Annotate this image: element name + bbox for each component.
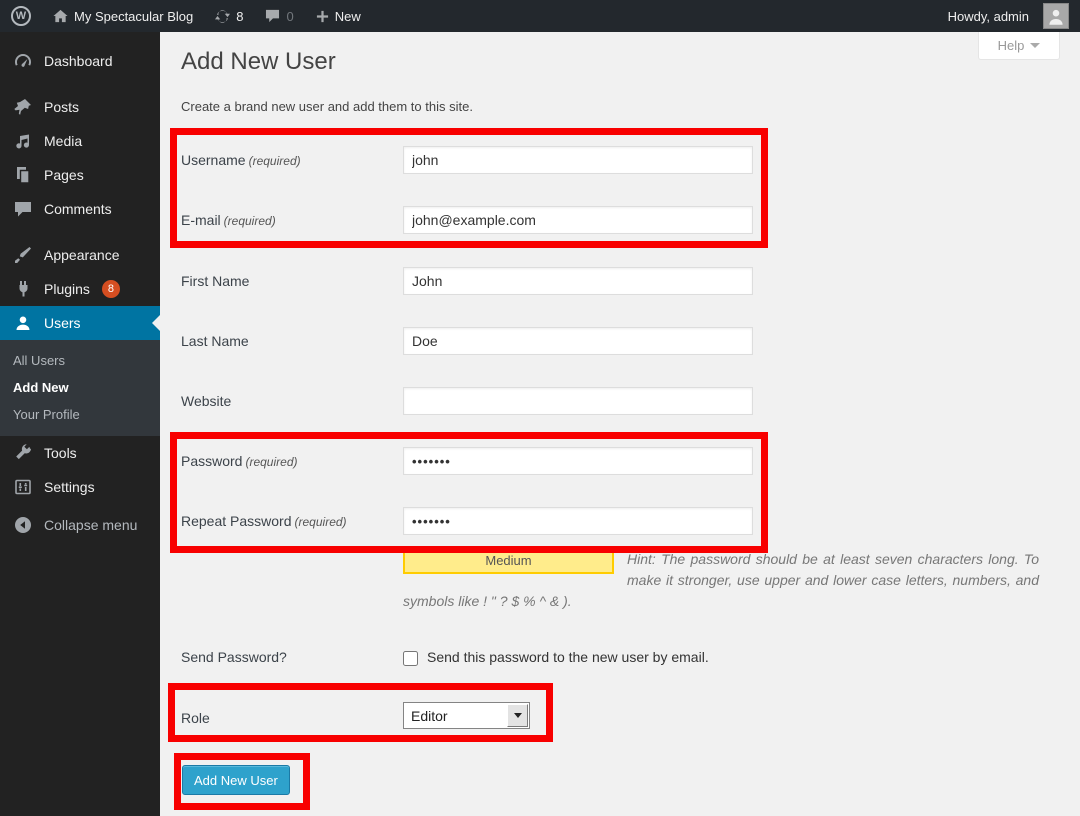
sidebar-item-media[interactable]: Media <box>0 124 160 158</box>
users-submenu: All Users Add New Your Profile <box>0 340 160 436</box>
settings-sliders-icon <box>12 477 34 497</box>
email-label: E-mail(required) <box>181 212 276 228</box>
collapse-menu-button[interactable]: Collapse menu <box>0 508 160 542</box>
pages-icon <box>12 165 34 185</box>
sidebar-item-label: Posts <box>44 99 79 115</box>
role-label: Role <box>181 710 210 726</box>
admin-bar: W My Spectacular Blog 8 0 New Howdy, adm… <box>0 0 1080 32</box>
sidebar-item-tools[interactable]: Tools <box>0 436 160 470</box>
sidebar-item-label: Appearance <box>44 247 120 263</box>
plus-icon <box>316 10 329 23</box>
comment-bubble-icon <box>265 9 280 23</box>
new-content-link[interactable]: New <box>305 0 372 32</box>
home-icon <box>53 9 68 23</box>
last-name-label: Last Name <box>181 333 249 349</box>
required-note: (required) <box>224 214 276 228</box>
update-count: 8 <box>236 9 243 24</box>
pushpin-icon <box>12 97 34 117</box>
email-input[interactable] <box>403 206 753 234</box>
website-input[interactable] <box>403 387 753 415</box>
hint-float-spacer <box>403 549 627 579</box>
sidebar-item-label: Comments <box>44 201 112 217</box>
required-note: (required) <box>295 515 347 529</box>
send-password-label: Send Password? <box>181 649 287 665</box>
sidebar-item-label: Media <box>44 133 82 149</box>
repeat-password-input[interactable] <box>403 507 753 535</box>
required-note: (required) <box>245 455 297 469</box>
chevron-down-icon <box>514 713 522 718</box>
website-label: Website <box>181 393 231 409</box>
sidebar-item-label: Collapse menu <box>44 517 137 533</box>
sidebar-item-posts[interactable]: Posts <box>0 90 160 124</box>
plugin-icon <box>12 279 34 299</box>
updates-link[interactable]: 8 <box>204 0 254 32</box>
add-new-user-button[interactable]: Add New User <box>182 765 290 795</box>
comments-icon <box>12 199 34 219</box>
page-subtitle: Create a brand new user and add them to … <box>181 99 473 114</box>
paintbrush-icon <box>12 245 34 265</box>
sidebar-subitem-your-profile[interactable]: Your Profile <box>0 401 160 428</box>
sidebar-item-label: Tools <box>44 445 77 461</box>
password-label: Password(required) <box>181 453 298 469</box>
sidebar-subitem-all-users[interactable]: All Users <box>0 347 160 374</box>
comments-link[interactable]: 0 <box>254 0 304 32</box>
plugins-update-badge: 8 <box>102 280 120 298</box>
site-name-label: My Spectacular Blog <box>74 9 193 24</box>
wordpress-logo-icon: W <box>11 6 31 26</box>
wordpress-logo-menu[interactable]: W <box>0 0 42 32</box>
required-note: (required) <box>249 154 301 168</box>
sidebar-item-plugins[interactable]: Plugins 8 <box>0 272 160 306</box>
select-arrow-button[interactable] <box>507 704 528 727</box>
admin-sidebar: Dashboard Posts Media Pages Comments App… <box>0 32 160 816</box>
sidebar-item-label: Users <box>44 315 81 331</box>
wrench-icon <box>12 443 34 463</box>
site-name-link[interactable]: My Spectacular Blog <box>42 0 204 32</box>
username-label: Username(required) <box>181 152 301 168</box>
current-item-arrow <box>152 315 160 331</box>
password-input[interactable] <box>403 447 753 475</box>
username-input[interactable] <box>403 146 753 174</box>
sidebar-item-label: Plugins <box>44 281 90 297</box>
sidebar-item-label: Dashboard <box>44 53 113 69</box>
role-select[interactable]: Editor <box>403 702 530 729</box>
add-new-user-page: Help Add New User Create a brand new use… <box>160 32 1080 816</box>
new-label: New <box>335 9 361 24</box>
send-password-checkbox-label: Send this password to the new user by em… <box>427 649 709 665</box>
howdy-text: Howdy, admin <box>948 9 1029 24</box>
help-label: Help <box>998 38 1025 53</box>
sidebar-item-label: Settings <box>44 479 95 495</box>
page-title: Add New User <box>181 48 336 76</box>
password-hint: Hint: The password should be at least se… <box>403 549 1039 612</box>
sidebar-item-appearance[interactable]: Appearance <box>0 238 160 272</box>
sidebar-item-comments[interactable]: Comments <box>0 192 160 226</box>
help-button[interactable]: Help <box>978 32 1060 60</box>
user-icon <box>12 313 34 333</box>
dashboard-icon <box>12 51 34 71</box>
role-selected-value: Editor <box>404 708 507 724</box>
updates-icon <box>215 9 230 24</box>
last-name-input[interactable] <box>403 327 753 355</box>
sidebar-item-settings[interactable]: Settings <box>0 470 160 504</box>
sidebar-subitem-add-new[interactable]: Add New <box>0 374 160 401</box>
sidebar-item-users[interactable]: Users <box>0 306 160 340</box>
sidebar-item-label: Pages <box>44 167 84 183</box>
chevron-down-icon <box>1030 43 1040 48</box>
avatar <box>1043 3 1069 29</box>
repeat-password-label: Repeat Password(required) <box>181 513 347 529</box>
my-account-link[interactable]: Howdy, admin <box>937 0 1080 32</box>
first-name-label: First Name <box>181 273 249 289</box>
music-note-icon <box>12 131 34 151</box>
collapse-arrow-icon <box>12 515 34 535</box>
sidebar-item-pages[interactable]: Pages <box>0 158 160 192</box>
comment-count: 0 <box>286 9 293 24</box>
send-password-checkbox[interactable] <box>403 651 418 666</box>
first-name-input[interactable] <box>403 267 753 295</box>
sidebar-item-dashboard[interactable]: Dashboard <box>0 44 160 78</box>
